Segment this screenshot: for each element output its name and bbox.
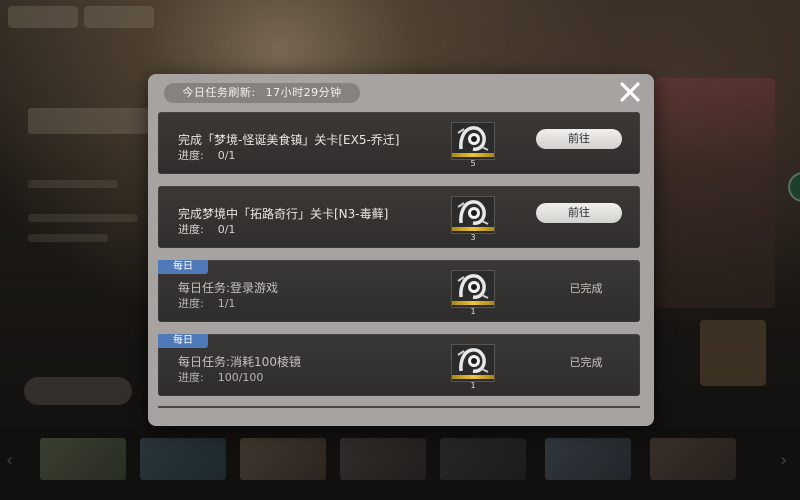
task-row: 完成梦境中「拓路奇行」关卡[N3-毒藓] 进度: 0/1 3 前往 [158, 186, 640, 248]
list-divider [158, 406, 640, 408]
reward-item[interactable]: 1 [451, 270, 495, 316]
task-progress: 进度: 100/100 [178, 369, 263, 385]
daily-tag: 每日 [158, 260, 208, 274]
completed-status: 已完成 [569, 356, 603, 369]
reward-item[interactable]: 1 [451, 344, 495, 390]
reward-item[interactable]: 3 [451, 196, 495, 242]
task-row: 每日 每日任务:登录游戏 进度: 1/1 1 已完成 [158, 260, 640, 322]
task-progress: 进度: 1/1 [178, 295, 235, 311]
task-progress: 进度: 0/1 [178, 147, 235, 163]
goto-button[interactable]: 前往 [536, 129, 622, 149]
refresh-time: 17小时29分钟 [265, 86, 342, 99]
progress-label: 进度: [178, 149, 204, 162]
daily-tag: 每日 [158, 334, 208, 348]
close-icon [620, 82, 640, 102]
task-row: 完成「梦境-怪诞美食镇」关卡[EX5-乔迁] 进度: 0/1 5 前往 [158, 112, 640, 174]
reward-quantity: 5 [470, 159, 476, 168]
progress-label: 进度: [178, 371, 204, 384]
task-row: 每日 每日任务:消耗100棱镜 进度: 100/100 1 已完成 [158, 334, 640, 396]
progress-value: 0/1 [217, 223, 236, 236]
refresh-timer: 今日任务刷新: 17小时29分钟 [164, 83, 360, 103]
daily-tasks-dialog: 今日任务刷新: 17小时29分钟 完成「梦境-怪诞美食镇」关卡[EX5-乔迁] … [148, 74, 654, 426]
task-title: 每日任务:登录游戏 [178, 281, 279, 295]
reward-rarity-bar [452, 153, 494, 157]
reward-item[interactable]: 5 [451, 122, 495, 168]
reward-quantity: 1 [470, 381, 476, 390]
reward-rarity-bar [452, 301, 494, 305]
task-progress: 进度: 0/1 [178, 221, 235, 237]
reward-quantity: 1 [470, 307, 476, 316]
reward-rarity-bar [452, 227, 494, 231]
progress-label: 进度: [178, 297, 204, 310]
refresh-label: 今日任务刷新: [182, 86, 256, 99]
progress-value: 100/100 [217, 371, 264, 384]
task-title: 完成梦境中「拓路奇行」关卡[N3-毒藓] [178, 207, 389, 221]
progress-label: 进度: [178, 223, 204, 236]
task-title: 完成「梦境-怪诞美食镇」关卡[EX5-乔迁] [178, 133, 400, 147]
goto-button[interactable]: 前往 [536, 203, 622, 223]
progress-value: 0/1 [217, 149, 236, 162]
progress-value: 1/1 [217, 297, 236, 310]
close-button[interactable] [618, 80, 642, 104]
reward-rarity-bar [452, 375, 494, 379]
completed-status: 已完成 [569, 282, 603, 295]
task-title: 每日任务:消耗100棱镜 [178, 355, 301, 369]
reward-quantity: 3 [470, 233, 476, 242]
task-list[interactable]: 完成「梦境-怪诞美食镇」关卡[EX5-乔迁] 进度: 0/1 5 前往 完成梦境… [158, 112, 640, 410]
